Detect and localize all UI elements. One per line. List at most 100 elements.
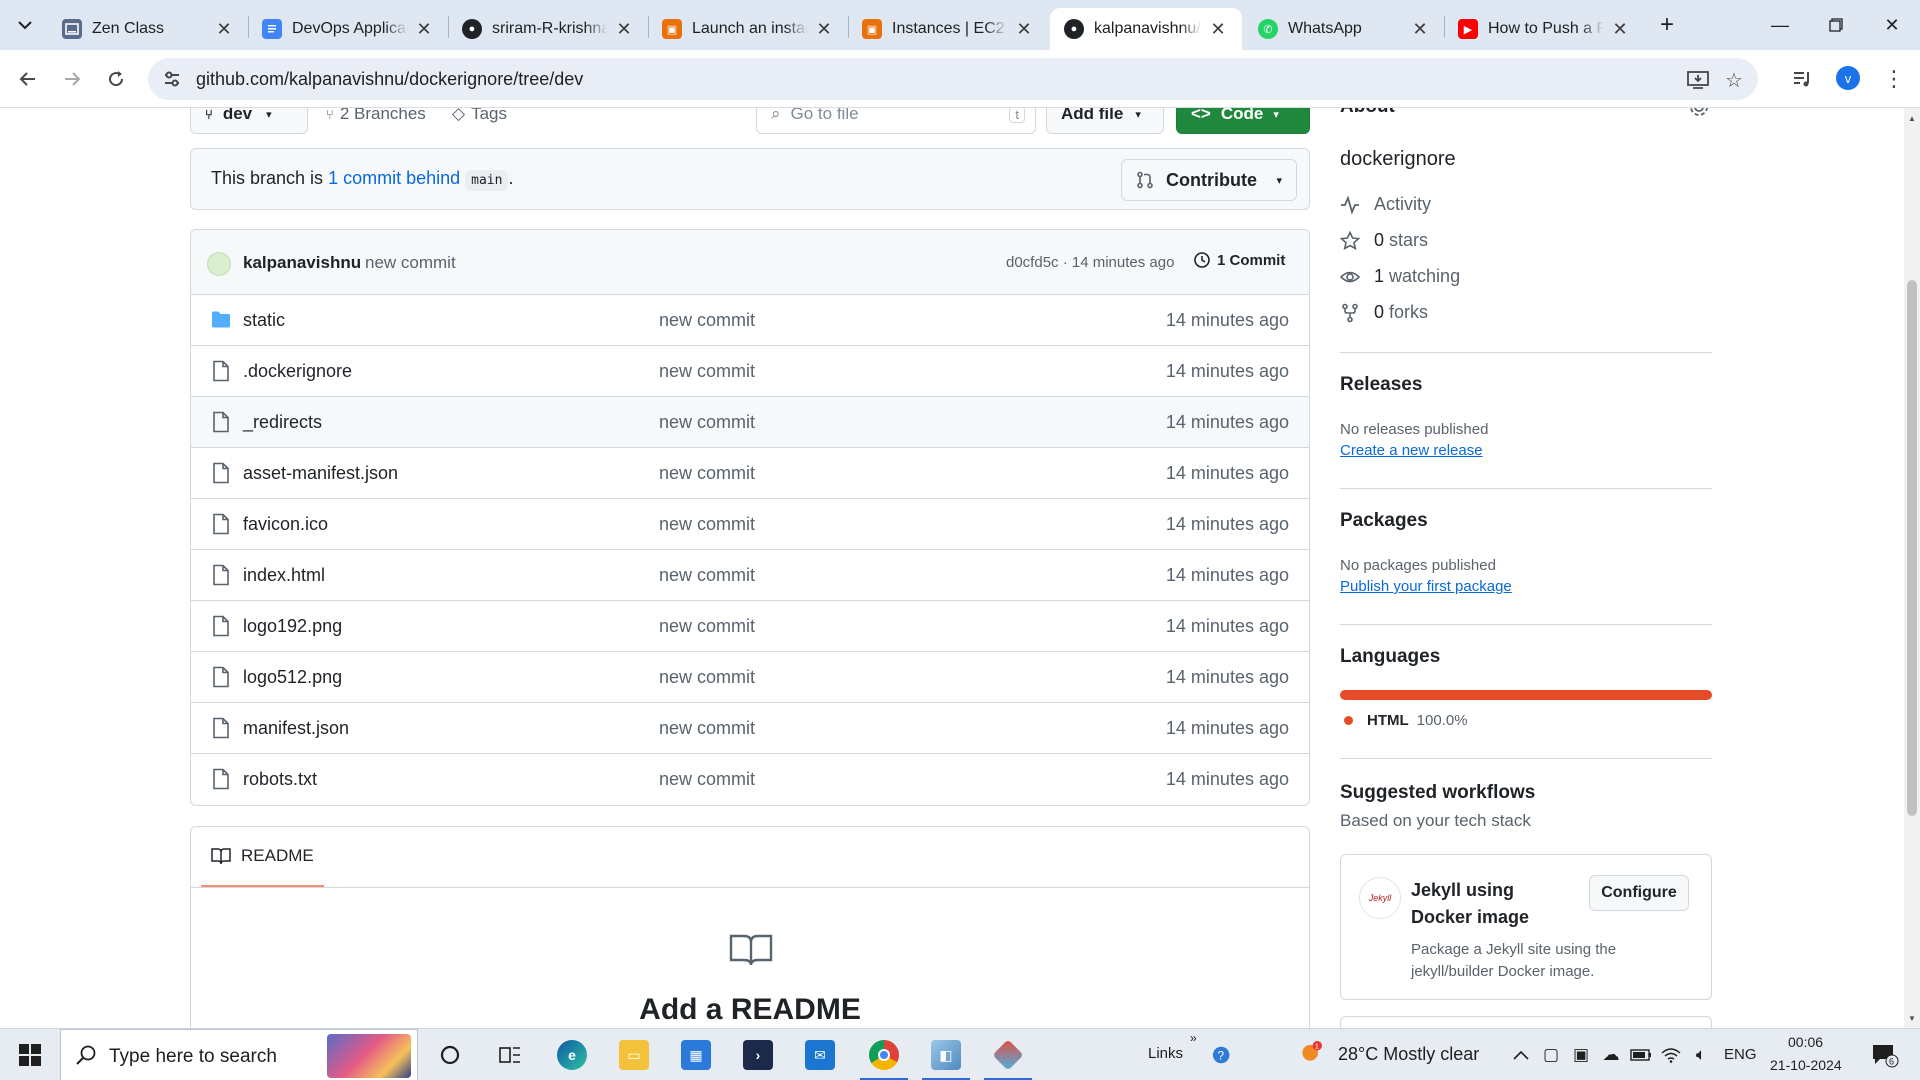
- close-tab-icon[interactable]: ✕: [1208, 19, 1228, 40]
- file-row[interactable]: robots.txt new commit 14 minutes ago: [191, 754, 1309, 805]
- code-button[interactable]: <> Code ▾: [1176, 108, 1310, 134]
- file-name-link[interactable]: _redirects: [243, 412, 322, 433]
- task-view-icon[interactable]: [482, 1029, 538, 1080]
- file-row[interactable]: index.html new commit 14 minutes ago: [191, 550, 1309, 601]
- file-commit-message[interactable]: new commit: [659, 463, 755, 484]
- file-name-link[interactable]: robots.txt: [243, 769, 317, 790]
- page-scrollbar[interactable]: ▲ ▼: [1904, 108, 1920, 1028]
- gear-icon[interactable]: [1688, 108, 1710, 118]
- tab-how-to-push[interactable]: ▶ How to Push a Project ✕: [1444, 8, 1644, 50]
- windows-start-icon[interactable]: [0, 1029, 60, 1080]
- contribute-button[interactable]: Contribute ▾: [1121, 159, 1297, 201]
- file-commit-message[interactable]: new commit: [659, 616, 755, 637]
- store-icon[interactable]: ▦: [668, 1029, 724, 1080]
- onedrive-icon[interactable]: ☁: [1600, 1044, 1622, 1066]
- file-row[interactable]: manifest.json new commit 14 minutes ago: [191, 703, 1309, 754]
- go-to-file-input[interactable]: ⌕ Go to file t: [756, 108, 1036, 134]
- file-row[interactable]: asset-manifest.json new commit 14 minutes …: [191, 448, 1309, 499]
- notifications-icon[interactable]: 6: [1870, 1044, 1900, 1068]
- packages-heading[interactable]: Packages: [1340, 510, 1428, 532]
- commit-message-link[interactable]: new commit: [365, 253, 456, 273]
- tab-devops-application[interactable]: DevOps Application ✕: [248, 8, 448, 50]
- create-release-link[interactable]: Create a new release: [1340, 442, 1483, 459]
- chrome-icon[interactable]: [856, 1029, 912, 1080]
- file-row[interactable]: static new commit 14 minutes ago: [191, 295, 1309, 346]
- add-file-button[interactable]: Add file ▾: [1046, 108, 1164, 134]
- file-row[interactable]: .dockerignore new commit 14 minutes ago: [191, 346, 1309, 397]
- file-name-link[interactable]: index.html: [243, 565, 325, 586]
- file-commit-message[interactable]: new commit: [659, 310, 755, 331]
- file-name-link[interactable]: favicon.ico: [243, 514, 328, 535]
- battery-icon[interactable]: [1630, 1044, 1652, 1066]
- file-row[interactable]: favicon.ico new commit 14 minutes ago: [191, 499, 1309, 550]
- file-name-link[interactable]: manifest.json: [243, 718, 349, 739]
- defender-icon[interactable]: ▣: [1570, 1044, 1592, 1066]
- git-tool-icon[interactable]: [980, 1029, 1036, 1080]
- close-tab-icon[interactable]: ✕: [1410, 19, 1430, 40]
- cortana-icon[interactable]: [422, 1029, 478, 1080]
- close-window-icon[interactable]: ✕: [1864, 0, 1920, 50]
- tab-launch-instance[interactable]: ▣ Launch an instance ✕: [648, 8, 848, 50]
- wifi-icon[interactable]: [1660, 1044, 1682, 1066]
- address-bar[interactable]: github.com/kalpanavishnu/dockerignore/tr…: [148, 58, 1758, 100]
- links-toolbar[interactable]: Links: [1148, 1045, 1183, 1062]
- branches-link[interactable]: ⑂ 2 Branches: [326, 108, 426, 124]
- chevron-up-icon[interactable]: [1510, 1044, 1532, 1066]
- tab-instances-ec2[interactable]: ▣ Instances | EC2 ✕: [848, 8, 1048, 50]
- file-name-link[interactable]: asset-manifest.json: [243, 463, 398, 484]
- file-row[interactable]: logo512.png new commit 14 minutes ago: [191, 652, 1309, 703]
- new-tab-icon[interactable]: +: [1652, 10, 1682, 40]
- media-control-icon[interactable]: [1786, 63, 1818, 95]
- publish-package-link[interactable]: Publish your first package: [1340, 578, 1512, 595]
- scroll-down-icon[interactable]: ▼: [1904, 1010, 1920, 1026]
- releases-heading[interactable]: Releases: [1340, 374, 1422, 396]
- file-commit-message[interactable]: new commit: [659, 769, 755, 790]
- language-item-html[interactable]: HTML 100.0%: [1344, 712, 1468, 729]
- commit-meta[interactable]: d0cfd5c · 14 minutes ago: [1006, 254, 1174, 271]
- back-icon[interactable]: [12, 63, 44, 95]
- file-explorer-icon[interactable]: ▭: [606, 1029, 662, 1080]
- edge-icon[interactable]: e: [544, 1029, 600, 1080]
- file-name-link[interactable]: .dockerignore: [243, 361, 352, 382]
- file-name-link[interactable]: logo512.png: [243, 667, 342, 688]
- help-icon[interactable]: ?: [1212, 1044, 1234, 1066]
- file-row[interactable]: _redirects new commit 14 minutes ago: [191, 397, 1309, 448]
- volume-icon[interactable]: 🔈︎: [1690, 1044, 1712, 1066]
- scrollbar-thumb[interactable]: [1907, 280, 1917, 816]
- install-app-icon[interactable]: [1686, 68, 1710, 92]
- powershell-icon[interactable]: ›: [730, 1029, 786, 1080]
- close-tab-icon[interactable]: ✕: [214, 19, 234, 40]
- bookmark-star-icon[interactable]: ☆: [1722, 68, 1746, 92]
- file-commit-message[interactable]: new commit: [659, 667, 755, 688]
- commits-behind-link[interactable]: 1 commit behind: [328, 168, 460, 188]
- readme-tab[interactable]: README: [201, 827, 324, 887]
- branch-selector-button[interactable]: ⑂ dev ▾: [190, 108, 308, 134]
- close-tab-icon[interactable]: ✕: [1014, 19, 1034, 40]
- file-commit-message[interactable]: new commit: [659, 412, 755, 433]
- tab-whatsapp[interactable]: ✆ WhatsApp ✕: [1244, 8, 1444, 50]
- chrome-menu-icon[interactable]: ⋮: [1878, 63, 1910, 95]
- forward-icon[interactable]: [56, 63, 88, 95]
- reload-icon[interactable]: [100, 63, 132, 95]
- commit-history-link[interactable]: 1 Commit: [1193, 251, 1285, 269]
- tab-zen-class[interactable]: Zen Class ✕: [48, 8, 248, 50]
- close-tab-icon[interactable]: ✕: [414, 19, 434, 40]
- mail-icon[interactable]: ✉: [792, 1029, 848, 1080]
- close-tab-icon[interactable]: ✕: [1610, 19, 1630, 40]
- file-commit-message[interactable]: new commit: [659, 361, 755, 382]
- meet-now-icon[interactable]: ▢: [1540, 1044, 1562, 1066]
- close-tab-icon[interactable]: ✕: [814, 19, 834, 40]
- clock-date[interactable]: 21-10-2024: [1770, 1057, 1842, 1073]
- file-name-link[interactable]: logo192.png: [243, 616, 342, 637]
- watchers-link[interactable]: 1 watching: [1340, 266, 1460, 287]
- weather-icon[interactable]: 1: [1300, 1041, 1322, 1063]
- configure-button[interactable]: Configure: [1589, 875, 1689, 911]
- file-commit-message[interactable]: new commit: [659, 718, 755, 739]
- tab-kalpanavishnu-dockerignore[interactable]: ● kalpanavishnu/dockerignore ✕: [1050, 8, 1242, 50]
- taskbar-search-box[interactable]: Type here to search: [60, 1029, 418, 1080]
- site-info-icon[interactable]: [162, 69, 182, 89]
- tab-sriram-github[interactable]: ● sriram-R-krishnan ✕: [448, 8, 648, 50]
- commit-author-link[interactable]: kalpanavishnu: [243, 253, 361, 273]
- file-commit-message[interactable]: new commit: [659, 514, 755, 535]
- restore-icon[interactable]: [1808, 0, 1864, 50]
